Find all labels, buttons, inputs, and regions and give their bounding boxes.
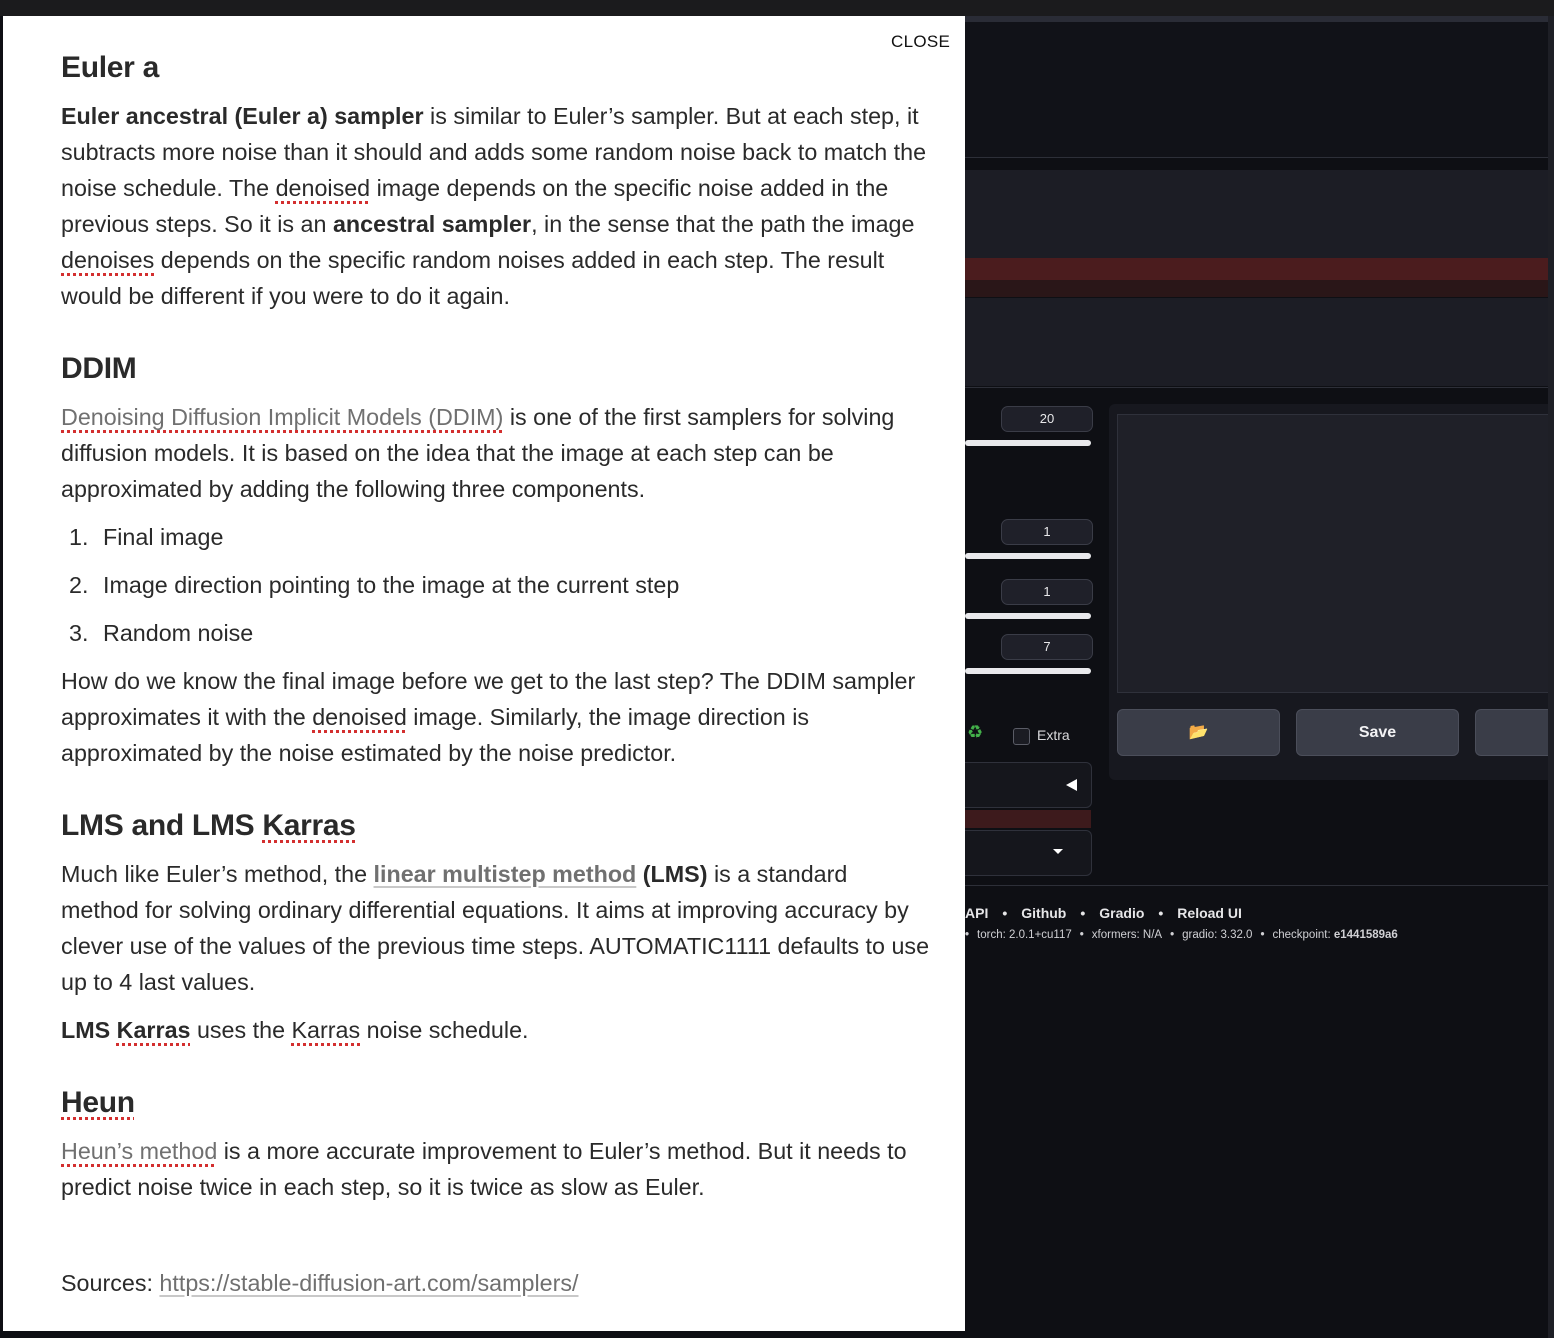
euler-a-paragraph: Euler ancestral (Euler a) sampler is sim…: [61, 103, 927, 309]
save-button[interactable]: Save: [1296, 709, 1459, 756]
footer-link-reload-ui[interactable]: Reload UI: [1177, 905, 1242, 921]
lms-paragraph-2: LMS Karras uses the Karras noise schedul…: [61, 1017, 529, 1043]
prompt-box[interactable]: [965, 170, 1548, 258]
checkpoint-label: checkpoint:: [1272, 929, 1334, 941]
sources-line: Sources: https://stable-diffusion-art.co…: [61, 1270, 579, 1296]
footer-link-api[interactable]: API: [965, 905, 988, 921]
xformers-version: xformers: N/A: [1091, 929, 1163, 941]
image-preview: [1117, 414, 1554, 693]
torch-version: torch: 2.0.1+cu117: [977, 929, 1072, 941]
recycle-seed-icon[interactable]: ♻: [967, 722, 983, 743]
extra-label: Extra: [1037, 727, 1070, 743]
ddim-paragraph-2: How do we know the final image before we…: [61, 668, 916, 766]
collapse-triangle-icon: [1066, 779, 1077, 791]
batch-count-number-input[interactable]: 1: [1001, 519, 1093, 545]
heun-link[interactable]: Heun’s method: [61, 1138, 217, 1164]
list-item: 1. Final image: [69, 524, 224, 550]
ddim-components-list: 1. Final image 2. Image direction pointing…: [61, 519, 965, 651]
batch-size-number-input[interactable]: 1: [1001, 579, 1093, 605]
ddim-paragraph-1: Denoising Diffusion Implicit Models (DDI…: [61, 404, 895, 502]
open-folder-button[interactable]: 📂: [1117, 709, 1280, 756]
prompt-error-bar: [965, 258, 1548, 280]
cfg-scale-number-input[interactable]: 7: [1001, 634, 1093, 660]
header-area: [965, 22, 1548, 157]
heading-euler-a: Euler a: [61, 51, 159, 84]
steps-slider[interactable]: [965, 440, 1091, 446]
checkpoint-hash: e1441589a6: [1333, 929, 1398, 941]
extra-checkbox[interactable]: [1013, 728, 1030, 745]
right-edge: [1548, 16, 1554, 1338]
list-item: 2. Image direction pointing to the image …: [69, 572, 680, 598]
folder-icon: 📂: [1188, 724, 1209, 741]
steps-number-input[interactable]: 20: [1001, 406, 1093, 432]
zip-button[interactable]: [1475, 709, 1554, 756]
lms-paragraph-1: Much like Euler’s method, the linear mul…: [61, 861, 930, 995]
lms-link[interactable]: linear multistep method: [374, 861, 637, 887]
footer-links: API • Github • Gradio • Reload UI: [965, 905, 1242, 921]
batch-count-slider[interactable]: [965, 553, 1091, 559]
heading-lms: LMS and LMS Karras: [61, 809, 356, 842]
heading-heun: Heun: [61, 1086, 135, 1119]
footer-version-info: • torch: 2.0.1+cu117 • xformers: N/A • gradio…: [965, 929, 1398, 941]
script-accordion[interactable]: [965, 762, 1092, 808]
close-button[interactable]: CLOSE: [891, 32, 950, 52]
gradio-version: gradio: 3.32.0: [1182, 929, 1253, 941]
footer-link-github[interactable]: Github: [1021, 905, 1066, 921]
sampler-info-modal: CLOSE Euler a Euler ancestral (Euler a) …: [3, 16, 965, 1331]
negative-prompt-box[interactable]: [965, 298, 1548, 386]
prompt-error-bar-dark: [965, 280, 1548, 297]
script-dropdown[interactable]: [965, 830, 1092, 876]
list-item: 3. Random noise: [69, 620, 254, 646]
script-error-bar: [965, 810, 1091, 828]
cfg-scale-slider[interactable]: [965, 668, 1091, 674]
footer-link-gradio[interactable]: Gradio: [1099, 905, 1144, 921]
ddim-link[interactable]: Denoising Diffusion Implicit Models (DDI…: [61, 404, 503, 430]
sources-link[interactable]: https://stable-diffusion-art.com/sampler…: [159, 1270, 578, 1296]
heun-paragraph: Heun’s method is a more accurate improve…: [61, 1138, 907, 1200]
heading-ddim: DDIM: [61, 352, 137, 385]
batch-size-slider[interactable]: [965, 613, 1091, 619]
chevron-down-icon: [1053, 849, 1063, 854]
